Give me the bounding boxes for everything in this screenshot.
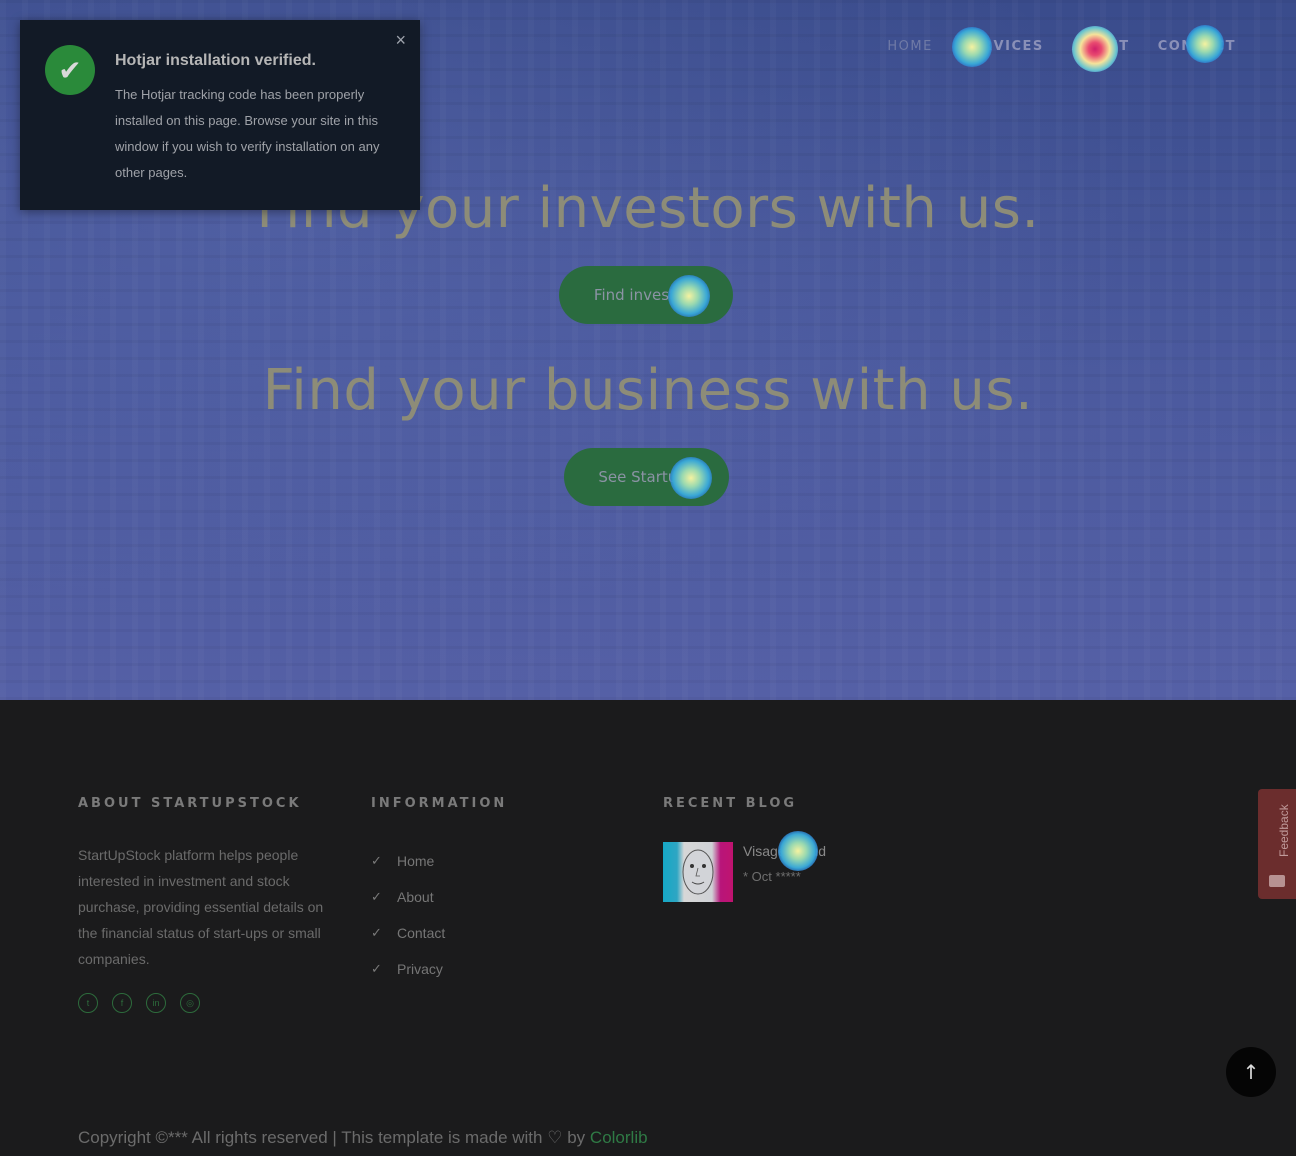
social-links: t f in ◎	[78, 993, 200, 1013]
about-title: ABOUT STARTUPSTOCK	[78, 796, 302, 811]
blog-post-title[interactable]: Visage Cloud	[743, 843, 826, 859]
back-to-top-button[interactable]: ↑	[1226, 1047, 1276, 1097]
nav-contact[interactable]: CONTACT	[1158, 39, 1236, 54]
feedback-label: Feedback	[1277, 804, 1291, 857]
blog-post[interactable]: Visage Cloud * Oct *****	[663, 842, 826, 902]
check-mark-icon: ✓	[371, 925, 382, 940]
nav-about[interactable]: ABOUT	[1072, 39, 1130, 54]
copyright: Copyright ©*** All rights reserved | Thi…	[78, 1128, 648, 1148]
link-label: Contact	[397, 925, 446, 941]
footer-link-home[interactable]: ✓ Home	[371, 843, 445, 879]
feedback-tab[interactable]: Feedback	[1258, 789, 1296, 899]
copyright-by: by	[567, 1128, 586, 1147]
blog-thumbnail[interactable]	[663, 842, 733, 902]
arrow-up-icon: ↑	[1242, 1060, 1260, 1084]
linkedin-icon[interactable]: in	[146, 993, 166, 1013]
facebook-icon[interactable]: f	[112, 993, 132, 1013]
twitter-icon[interactable]: t	[78, 993, 98, 1013]
close-icon[interactable]: ×	[395, 30, 406, 51]
link-label: Home	[397, 853, 435, 869]
check-icon: ✔	[45, 45, 95, 95]
blog-meta: Visage Cloud * Oct *****	[743, 842, 826, 902]
check-mark-icon: ✓	[371, 961, 382, 976]
information-title: INFORMATION	[371, 796, 508, 811]
about-text: StartUpStock platform helps people inter…	[78, 847, 324, 967]
find-investors-button[interactable]: Find investors	[559, 266, 733, 324]
notification-title: Hotjar installation verified.	[115, 52, 316, 69]
notification-body: The Hotjar tracking code has been proper…	[115, 87, 380, 180]
recent-blog-title: RECENT BLOG	[663, 796, 798, 811]
dribbble-icon[interactable]: ◎	[180, 993, 200, 1013]
hero-headline-business: Find your business with us.	[262, 358, 1034, 423]
footer-link-about[interactable]: ✓ About	[371, 879, 445, 915]
check-mark-icon: ✓	[371, 853, 382, 868]
see-startups-button[interactable]: See Startups	[564, 448, 729, 506]
nav-services[interactable]: SERVICES	[961, 39, 1044, 54]
check-mark-icon: ✓	[371, 889, 382, 904]
feedback-icon	[1269, 875, 1285, 887]
nav-home[interactable]: HOME	[887, 39, 932, 54]
footer-link-contact[interactable]: ✓ Contact	[371, 915, 445, 951]
copyright-text: Copyright ©*** All rights reserved | Thi…	[78, 1128, 543, 1147]
link-label: About	[397, 889, 434, 905]
heart-icon: ♡	[547, 1128, 563, 1147]
hotjar-notification: ✔ Hotjar installation verified. The Hotj…	[20, 20, 420, 210]
information-links: ✓ Home ✓ About ✓ Contact ✓ Privacy	[371, 843, 445, 987]
colorlib-link[interactable]: Colorlib	[590, 1128, 648, 1147]
link-label: Privacy	[397, 961, 443, 977]
footer: ABOUT STARTUPSTOCK StartUpStock platform…	[0, 700, 1296, 1156]
footer-link-privacy[interactable]: ✓ Privacy	[371, 951, 445, 987]
blog-post-date: * Oct *****	[743, 869, 801, 884]
main-nav: HOME SERVICES ABOUT CONTACT	[887, 39, 1236, 54]
